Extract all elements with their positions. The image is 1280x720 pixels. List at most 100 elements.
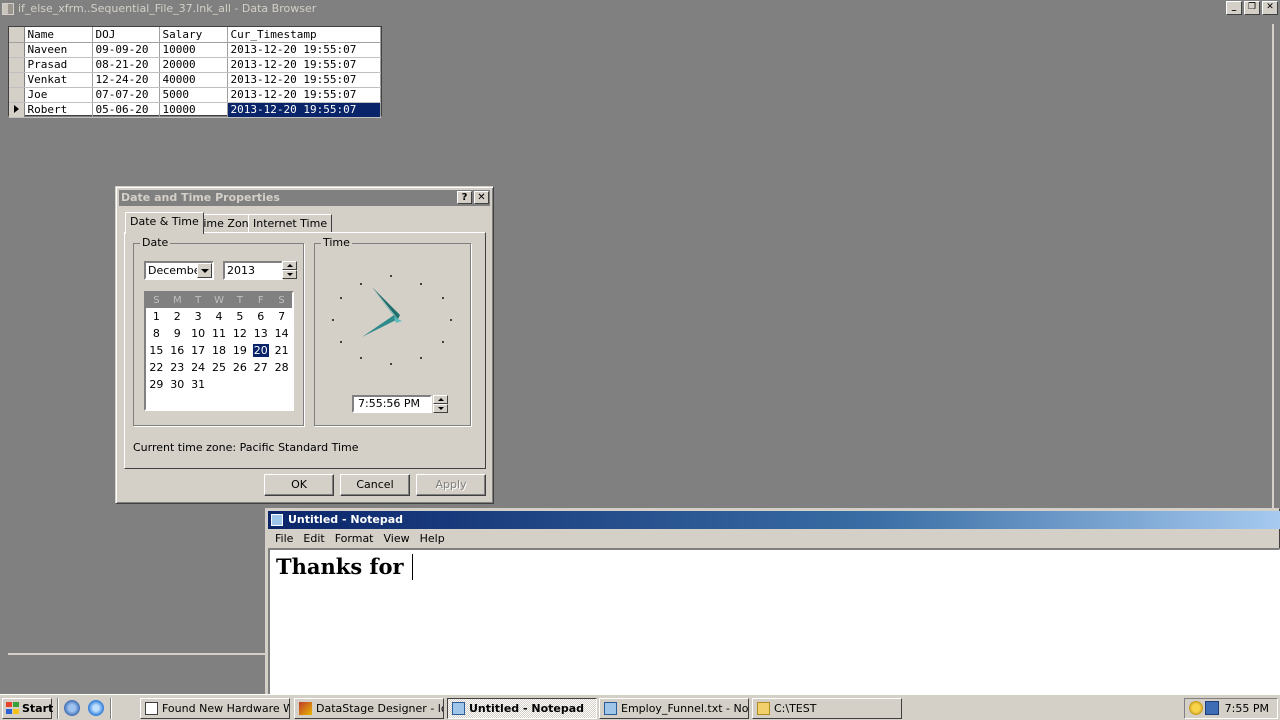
notepad-text-area[interactable]: Thanks for (268, 548, 1280, 696)
cell-doj[interactable]: 12-24-20 (92, 72, 160, 88)
cell-salary[interactable]: 40000 (159, 72, 228, 88)
calendar-day[interactable]: 6 (250, 308, 271, 325)
calendar-day[interactable]: 3 (188, 308, 209, 325)
calendar-day[interactable]: 20 (250, 342, 271, 359)
cell-doj[interactable]: 05-06-20 (92, 102, 160, 118)
calendar-day[interactable]: 27 (250, 359, 271, 376)
spin-up-icon[interactable] (282, 261, 297, 270)
year-spinner[interactable] (282, 261, 297, 280)
calendar-day[interactable]: 29 (146, 376, 167, 393)
calendar-day[interactable]: 11 (209, 325, 230, 342)
cell-name[interactable]: Joe (24, 87, 93, 103)
calendar-day[interactable]: 30 (167, 376, 188, 393)
cell-name[interactable]: Prasad (24, 57, 93, 73)
menu-file[interactable]: File (270, 530, 298, 548)
internet-explorer-icon[interactable] (88, 700, 104, 716)
month-dropdown[interactable]: December (144, 261, 214, 280)
menu-edit[interactable]: Edit (298, 530, 329, 548)
cell-timestamp[interactable]: 2013-12-20 19:55:07 (227, 42, 381, 58)
column-header-doj[interactable]: DOJ (92, 27, 160, 43)
taskbar-clock[interactable]: 7:55 PM (1225, 699, 1269, 718)
apply-button[interactable]: Apply (416, 474, 486, 496)
calendar-day[interactable]: 23 (167, 359, 188, 376)
calendar-day[interactable]: 8 (146, 325, 167, 342)
calendar-day[interactable]: 4 (209, 308, 230, 325)
task-c-test-folder[interactable]: C:\TEST (752, 698, 902, 719)
table-row[interactable]: Naveen 09-09-20 10000 2013-12-20 19:55:0… (9, 42, 381, 58)
calendar-day[interactable]: 10 (188, 325, 209, 342)
ok-button[interactable]: OK (264, 474, 334, 496)
row-header[interactable] (9, 87, 25, 103)
cell-timestamp-selected[interactable]: 2013-12-20 19:55:07 (227, 102, 381, 118)
row-header[interactable] (9, 102, 25, 118)
spin-down-icon[interactable] (282, 270, 297, 279)
menu-format[interactable]: Format (330, 530, 379, 548)
task-employ-funnel[interactable]: Employ_Funnel.txt - Not... (599, 698, 749, 719)
table-row[interactable]: Robert 05-06-20 10000 2013-12-20 19:55:0… (9, 102, 381, 118)
calendar-day[interactable]: 17 (188, 342, 209, 359)
show-desktop-icon[interactable] (64, 700, 80, 716)
year-field[interactable]: 2013 (223, 261, 283, 280)
cell-name[interactable]: Naveen (24, 42, 93, 58)
calendar-day[interactable]: 7 (271, 308, 292, 325)
task-found-new-hardware[interactable]: Found New Hardware Wi... (140, 698, 290, 719)
cell-salary[interactable]: 5000 (159, 87, 228, 103)
task-untitled-notepad[interactable]: Untitled - Notepad (447, 698, 597, 719)
start-button[interactable]: Start (2, 698, 53, 719)
cell-doj[interactable]: 09-09-20 (92, 42, 160, 58)
minimize-button[interactable]: _ (1226, 1, 1242, 15)
security-shield-icon[interactable] (1189, 701, 1203, 715)
dialog-close-button[interactable]: ✕ (474, 191, 489, 204)
calendar-day[interactable]: 12 (229, 325, 250, 342)
cell-timestamp[interactable]: 2013-12-20 19:55:07 (227, 72, 381, 88)
calendar-day[interactable]: 28 (271, 359, 292, 376)
column-header-name[interactable]: Name (24, 27, 93, 43)
table-row[interactable]: Prasad 08-21-20 20000 2013-12-20 19:55:0… (9, 57, 381, 73)
task-datastage-designer[interactable]: DataStage Designer - loc... (294, 698, 444, 719)
spin-down-icon[interactable] (433, 404, 448, 413)
calendar-day[interactable]: 26 (229, 359, 250, 376)
cell-timestamp[interactable]: 2013-12-20 19:55:07 (227, 57, 381, 73)
cell-timestamp[interactable]: 2013-12-20 19:55:07 (227, 87, 381, 103)
help-button[interactable]: ? (457, 191, 472, 204)
column-header-cur-timestamp[interactable]: Cur_Timestamp (227, 27, 381, 43)
calendar-day[interactable]: 9 (167, 325, 188, 342)
calendar-day[interactable]: 5 (229, 308, 250, 325)
time-field[interactable]: 7:55:56 PM (352, 395, 432, 413)
calendar-day[interactable]: 14 (271, 325, 292, 342)
table-row[interactable]: Joe 07-07-20 5000 2013-12-20 19:55:07 (9, 87, 381, 103)
calendar-day[interactable]: 15 (146, 342, 167, 359)
cell-salary[interactable]: 10000 (159, 102, 228, 118)
tab-date-time[interactable]: Date & Time (125, 212, 204, 234)
calendar-day[interactable]: 21 (271, 342, 292, 359)
row-header[interactable] (9, 72, 25, 88)
cell-name[interactable]: Robert (24, 102, 93, 118)
calendar-day[interactable]: 13 (250, 325, 271, 342)
calendar-day[interactable]: 31 (188, 376, 209, 393)
restore-button[interactable]: ❐ (1244, 1, 1260, 15)
calendar-day[interactable]: 24 (188, 359, 209, 376)
close-button[interactable]: ✕ (1262, 1, 1278, 15)
chevron-down-icon[interactable] (197, 263, 212, 278)
cancel-button[interactable]: Cancel (340, 474, 410, 496)
row-header[interactable] (9, 57, 25, 73)
calendar-day[interactable]: 18 (209, 342, 230, 359)
calendar-day[interactable]: 16 (167, 342, 188, 359)
row-header[interactable] (9, 42, 25, 58)
calendar-day[interactable]: 19 (229, 342, 250, 359)
network-icon[interactable] (1205, 701, 1219, 715)
column-header-salary[interactable]: Salary (159, 27, 228, 43)
menu-help[interactable]: Help (415, 530, 450, 548)
time-spinner[interactable] (433, 395, 448, 414)
cell-doj[interactable]: 07-07-20 (92, 87, 160, 103)
cell-doj[interactable]: 08-21-20 (92, 57, 160, 73)
calendar-day[interactable]: 1 (146, 308, 167, 325)
cell-name[interactable]: Venkat (24, 72, 93, 88)
calendar-day[interactable]: 22 (146, 359, 167, 376)
menu-view[interactable]: View (379, 530, 415, 548)
calendar-day[interactable]: 25 (209, 359, 230, 376)
tab-internet-time[interactable]: Internet Time (248, 214, 333, 233)
spin-up-icon[interactable] (433, 395, 448, 404)
notepad-text-content[interactable]: Thanks for (276, 554, 413, 580)
calendar-day[interactable]: 2 (167, 308, 188, 325)
